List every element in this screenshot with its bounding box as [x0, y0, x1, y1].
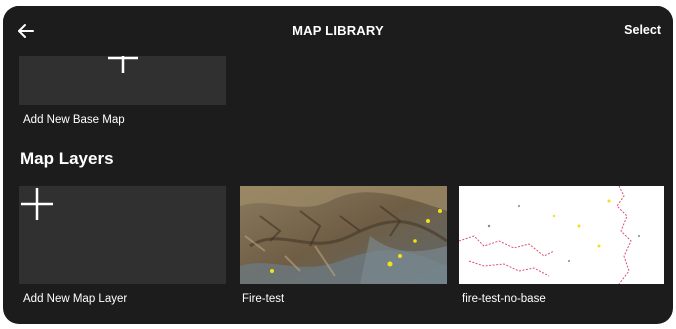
plus-icon — [107, 56, 138, 73]
add-map-layer-tile[interactable] — [19, 186, 226, 284]
map-layer-fire-test[interactable] — [240, 186, 447, 284]
map-layer-fire-test-label: Fire-test — [242, 293, 285, 305]
select-button[interactable]: Select — [624, 23, 661, 37]
app-screen: MAP LIBRARY Select Add New Base Map Map … — [3, 6, 673, 324]
library-content: Add New Base Map Map Layers Add New Map … — [3, 56, 673, 324]
section-title-map-layers: Map Layers — [20, 149, 114, 168]
map-layer-fire-test-no-base[interactable] — [459, 186, 664, 284]
plus-icon — [21, 188, 53, 220]
add-base-map-tile[interactable] — [19, 56, 226, 105]
add-base-map-label: Add New Base Map — [23, 114, 125, 126]
boundary-map-thumbnail — [459, 186, 664, 284]
page-title: MAP LIBRARY — [292, 23, 384, 38]
map-layer-fire-test-no-base-label: fire-test-no-base — [462, 293, 546, 305]
add-map-layer-label: Add New Map Layer — [23, 293, 128, 305]
top-bar: MAP LIBRARY Select — [3, 6, 673, 56]
terrain-map-thumbnail — [240, 186, 447, 284]
